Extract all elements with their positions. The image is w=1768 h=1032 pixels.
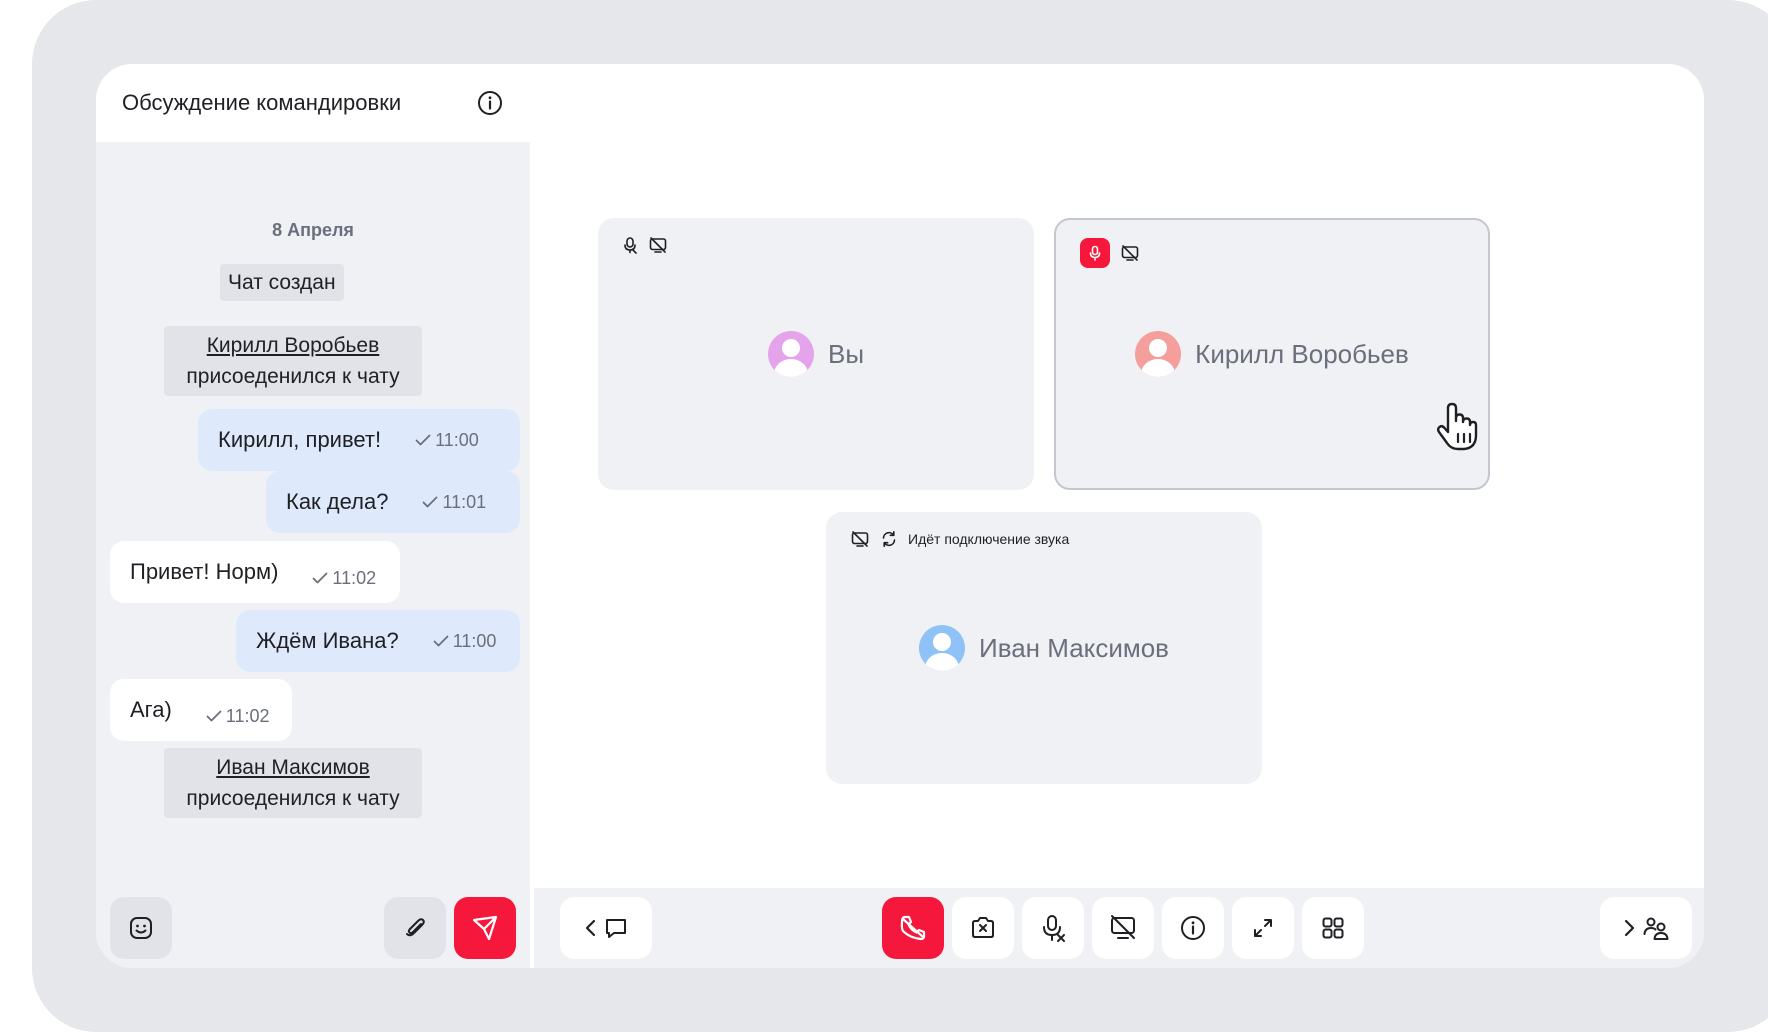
message-time: 11:00 bbox=[435, 429, 479, 450]
hangup-icon bbox=[900, 915, 926, 941]
message-meta: 11:01 bbox=[422, 492, 486, 513]
send-icon bbox=[472, 915, 498, 941]
participant-name: Кирилл Воробьев bbox=[1195, 338, 1409, 369]
chat-title: Обсуждение командировки bbox=[122, 90, 402, 115]
avatar bbox=[1135, 331, 1182, 377]
avatar bbox=[919, 625, 965, 671]
system-message-text: Чат создан bbox=[228, 271, 336, 294]
layout-grid-button[interactable] bbox=[1302, 897, 1364, 959]
message-text: Как дела? bbox=[286, 489, 389, 514]
participant-tile[interactable]: Кирилл Воробьев bbox=[1054, 218, 1490, 490]
call-info-button[interactable] bbox=[1162, 897, 1224, 959]
fullscreen-button[interactable] bbox=[1232, 897, 1294, 959]
message-outgoing[interactable]: Ждём Ивана? 11:00 bbox=[236, 610, 520, 672]
video-grid: Вы Кирилл Воробьев Идёт подключение звук… bbox=[534, 64, 1704, 888]
hangup-button[interactable] bbox=[882, 897, 944, 959]
toggle-chat-button[interactable] bbox=[560, 897, 652, 959]
message-incoming[interactable]: Привет! Норм) 11:02 bbox=[110, 541, 400, 603]
mic-muted-icon bbox=[1043, 915, 1065, 942]
chat-info-icon[interactable] bbox=[476, 89, 504, 117]
participants-icon bbox=[1643, 917, 1669, 940]
avatar bbox=[767, 331, 814, 377]
participant-tile[interactable]: Идёт подключение звука Иван Максимов bbox=[826, 512, 1262, 784]
message-meta: 11:00 bbox=[415, 430, 479, 451]
system-message-joined: Иван Максимов присоеденился к чату bbox=[164, 748, 422, 818]
emoji-icon bbox=[130, 917, 152, 939]
emoji-button[interactable] bbox=[110, 897, 172, 959]
message-meta: 11:02 bbox=[206, 706, 270, 727]
system-message-joined: Кирилл Воробьев присоеденился к чату bbox=[164, 326, 422, 396]
hand-cursor-icon bbox=[1436, 402, 1478, 451]
attach-button[interactable] bbox=[384, 897, 446, 959]
check-icon bbox=[423, 496, 438, 508]
user-link[interactable]: Кирилл Воробьев bbox=[180, 330, 406, 361]
send-button[interactable] bbox=[454, 897, 516, 959]
chat-header: Обсуждение командировки bbox=[96, 64, 530, 142]
message-meta: 11:02 bbox=[312, 568, 376, 589]
participant-name: Иван Максимов bbox=[979, 632, 1169, 663]
check-icon bbox=[433, 635, 449, 647]
paperclip-icon bbox=[406, 918, 425, 937]
chat-panel: Обсуждение командировки 8 Апреля Чат соз… bbox=[96, 64, 530, 968]
camera-button[interactable] bbox=[952, 897, 1014, 959]
check-icon bbox=[415, 434, 431, 446]
toggle-participants-button[interactable] bbox=[1600, 897, 1692, 959]
message-text: Кирилл, привет! bbox=[218, 427, 382, 452]
call-toolbar bbox=[534, 888, 1704, 968]
message-incoming[interactable]: Ага) 11:02 bbox=[110, 679, 292, 741]
participant-info: Иван Максимов bbox=[826, 512, 1262, 784]
system-message-text: присоеденился к чату bbox=[186, 787, 400, 810]
participant-info: Вы bbox=[598, 218, 1034, 490]
message-time: 11:00 bbox=[452, 630, 497, 651]
screen-share-button[interactable] bbox=[1092, 897, 1154, 959]
camera-off-icon bbox=[972, 917, 994, 938]
chat-icon bbox=[606, 919, 626, 938]
date-separator: 8 Апреля bbox=[272, 220, 354, 240]
check-icon bbox=[313, 572, 328, 584]
message-outgoing[interactable]: Кирилл, привет! 11:00 bbox=[198, 409, 520, 471]
message-list: 8 Апреля Чат создан Кирилл Воробьев прис… bbox=[96, 142, 530, 888]
grid-icon bbox=[1322, 917, 1344, 939]
participant-tile-self[interactable]: Вы bbox=[598, 218, 1034, 490]
system-message-chat-created: Чат создан bbox=[220, 264, 344, 301]
message-time: 11:02 bbox=[225, 705, 270, 726]
participant-info: Кирилл Воробьев bbox=[1056, 220, 1488, 488]
chevron-right-icon bbox=[1624, 919, 1635, 937]
message-time: 11:02 bbox=[332, 567, 377, 588]
screen-share-off-icon bbox=[1111, 915, 1135, 939]
message-text: Привет! Норм) bbox=[130, 559, 279, 584]
participant-name: Вы bbox=[827, 338, 865, 369]
chevron-left-icon bbox=[585, 919, 596, 937]
user-link[interactable]: Иван Максимов bbox=[180, 752, 406, 783]
info-icon bbox=[1181, 916, 1205, 940]
system-message-text: присоеденился к чату bbox=[186, 365, 400, 388]
chat-composer bbox=[96, 888, 530, 968]
expand-icon bbox=[1254, 919, 1272, 937]
message-time: 11:01 bbox=[442, 491, 487, 512]
message-text: Ждём Ивана? bbox=[256, 628, 399, 653]
microphone-button[interactable] bbox=[1022, 897, 1084, 959]
check-icon bbox=[206, 710, 222, 722]
app-window: Обсуждение командировки 8 Апреля Чат соз… bbox=[96, 64, 1704, 968]
message-text: Ага) bbox=[130, 697, 172, 722]
message-meta: 11:00 bbox=[433, 630, 497, 652]
message-outgoing[interactable]: Как дела? 11:01 bbox=[266, 471, 520, 533]
